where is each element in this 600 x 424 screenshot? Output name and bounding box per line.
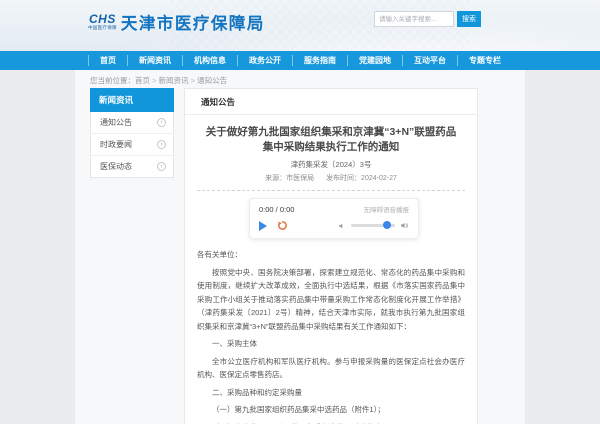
article-paragraph: 各有关单位：: [197, 248, 465, 262]
volume-slider-thumb[interactable]: [383, 221, 391, 229]
sidebar-item[interactable]: 通知公告 ›: [91, 112, 173, 134]
search-input[interactable]: [374, 11, 454, 27]
article-paragraph: 一、采购主体: [197, 337, 465, 351]
audio-time: 0:00 / 0:00: [259, 205, 294, 214]
breadcrumb-link[interactable]: 新闻资讯: [159, 76, 189, 85]
article-panel: 通知公告 关于做好第九批国家组织集采和京津冀“3+N”联盟药品集中采购结果执行工…: [184, 88, 478, 424]
audio-accessibility-label: 无障碍语音播报: [364, 204, 410, 214]
sidebar-menu: 通知公告 › 时政要闻 › 医保动态 ›: [90, 112, 174, 178]
breadcrumb-prefix: 您当前位置：: [90, 76, 135, 85]
article-source: 来源：市医保局: [265, 175, 314, 182]
breadcrumb-separator: >: [189, 76, 198, 85]
article-body: 各有关单位： 按照党中央、国务院决策部署，探索建立规范化、常态化的药品集中采购和使…: [197, 248, 465, 424]
sidebar-title: 新闻资讯: [90, 88, 174, 112]
dashed-divider: [197, 190, 465, 191]
document-number: 津药集采发〔2024〕3号: [197, 159, 465, 170]
breadcrumb-separator: >: [150, 76, 159, 85]
article-paragraph: 二、采购品种和约定采购量: [197, 386, 465, 400]
sidebar: 新闻资讯 通知公告 › 时政要闻 › 医保动态 ›: [90, 88, 174, 178]
chs-sub-text: 中国医疗保障: [88, 25, 117, 31]
play-icon[interactable]: [259, 221, 267, 231]
site-logo[interactable]: CHS 中国医疗保障 天津市医疗保障局: [88, 10, 265, 34]
section-label: 通知公告: [185, 89, 477, 115]
sidebar-item[interactable]: 医保动态 ›: [91, 156, 173, 177]
article-publish-time: 发布时间：2024-02-27: [326, 175, 397, 182]
chs-acronym: CHS: [89, 14, 116, 25]
chevron-right-icon: ›: [157, 162, 166, 171]
article-meta: 来源：市医保局 发布时间：2024-02-27: [197, 173, 465, 183]
sidebar-item-label: 时政要闻: [100, 139, 132, 150]
breadcrumb: 您当前位置：首页 > 新闻资讯 > 通知公告: [90, 75, 227, 86]
sidebar-item-label: 医保动态: [100, 161, 132, 172]
breadcrumb-link[interactable]: 首页: [135, 76, 150, 85]
nav-item[interactable]: 互动平台: [402, 55, 457, 66]
sidebar-item[interactable]: 时政要闻 ›: [91, 134, 173, 156]
article-paragraph: （二）京津冀“3+N”联盟药品集采中选药品（附件2）。: [197, 421, 465, 424]
article-title: 关于做好第九批国家组织集采和京津冀“3+N”联盟药品集中采购结果执行工作的通知: [203, 125, 459, 155]
volume-up-icon[interactable]: [400, 221, 409, 230]
search-button[interactable]: 搜索: [457, 11, 481, 27]
nav-item[interactable]: 专题专栏: [457, 55, 512, 66]
volume-slider[interactable]: [351, 224, 395, 227]
site-title: 天津市医疗保障局: [121, 10, 265, 34]
chevron-right-icon: ›: [157, 118, 166, 127]
main-nav: 首页新闻资讯机构信息政务公开服务指南党建园地互动平台专题专栏: [0, 51, 600, 70]
article-paragraph: 按照党中央、国务院决策部署，探索建立规范化、常态化的药品集中采购和使用制度，继续…: [197, 266, 465, 334]
nav-item[interactable]: 服务指南: [292, 55, 347, 66]
nav-item[interactable]: 首页: [88, 55, 127, 66]
chs-logo-icon: CHS 中国医疗保障: [88, 14, 117, 31]
search-box: 搜索: [374, 11, 481, 27]
page: CHS 中国医疗保障 天津市医疗保障局 搜索 首页新闻资讯机构信息政务公开服务指…: [0, 0, 600, 424]
nav-item[interactable]: 机构信息: [182, 55, 237, 66]
article-paragraph: 全市公立医疗机构和军队医疗机构。参与申报采购量的医保定点社会办医疗机构、医保定点…: [197, 355, 465, 382]
article-paragraph: （一）第九批国家组织药品集采中选药品（附件1）；: [197, 403, 465, 417]
nav-item[interactable]: 党建园地: [347, 55, 402, 66]
site-header: CHS 中国医疗保障 天津市医疗保障局 搜索: [0, 0, 600, 51]
nav-item[interactable]: 政务公开: [237, 55, 292, 66]
nav-item[interactable]: 新闻资讯: [127, 55, 182, 66]
chevron-right-icon: ›: [157, 140, 166, 149]
audio-player: 0:00 / 0:00 无障碍语音播报: [249, 198, 419, 239]
breadcrumb-link[interactable]: 通知公告: [197, 76, 227, 85]
volume-down-icon: [338, 222, 346, 230]
sidebar-item-label: 通知公告: [100, 117, 132, 128]
replay-loop-icon[interactable]: [277, 220, 288, 231]
